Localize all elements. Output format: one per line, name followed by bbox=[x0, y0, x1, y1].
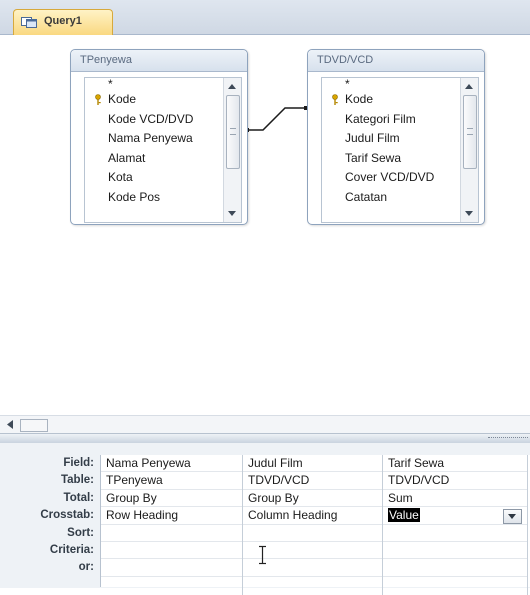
horizontal-scroll-thumb[interactable] bbox=[20, 419, 48, 432]
table-box-tpenyewa[interactable]: TPenyewa * Kode Kode VCD/DVD Nama Penyew… bbox=[70, 49, 248, 225]
tab-query1[interactable]: Query1 bbox=[13, 9, 113, 36]
scroll-left-icon[interactable] bbox=[6, 420, 14, 429]
field-item[interactable]: Tarif Sewa bbox=[322, 149, 478, 169]
total-cell[interactable]: Group By bbox=[101, 490, 242, 508]
tab-label: Query1 bbox=[44, 15, 82, 27]
sort-cell[interactable] bbox=[243, 525, 382, 542]
primary-key-icon bbox=[332, 94, 338, 105]
row-label-crosstab: Crosstab: bbox=[40, 509, 94, 522]
criteria-cell[interactable] bbox=[383, 542, 527, 560]
row-label-criteria: Criteria: bbox=[49, 543, 94, 556]
grid-columns: Nama Penyewa TPenyewa Group By Row Headi… bbox=[100, 455, 530, 595]
field-item[interactable]: Kategori Film bbox=[322, 110, 478, 130]
scroll-down-icon[interactable] bbox=[228, 211, 236, 216]
field-list[interactable]: * Kode Kategori Film Judul Film Tarif Se… bbox=[321, 77, 479, 223]
table-cell[interactable]: TDVD/VCD bbox=[243, 472, 382, 490]
table-cell[interactable]: TPenyewa bbox=[101, 472, 242, 490]
field-item[interactable]: Kota bbox=[85, 168, 241, 188]
document-tab-bar: Query1 bbox=[0, 0, 530, 36]
field-cell[interactable]: Judul Film bbox=[243, 455, 382, 473]
crosstab-cell[interactable]: Row Heading bbox=[101, 507, 242, 525]
field-item[interactable]: Kode VCD/DVD bbox=[85, 110, 241, 130]
row-label-sort: Sort: bbox=[67, 526, 94, 539]
table-pane[interactable]: TPenyewa * Kode Kode VCD/DVD Nama Penyew… bbox=[0, 35, 530, 415]
field-item[interactable]: Kode Pos bbox=[85, 188, 241, 208]
or-cell[interactable] bbox=[101, 559, 242, 577]
row-label-or: or: bbox=[78, 561, 94, 574]
field-item[interactable]: Nama Penyewa bbox=[85, 129, 241, 149]
horizontal-scrollbar[interactable] bbox=[0, 415, 530, 433]
table-title[interactable]: TDVD/VCD bbox=[308, 50, 484, 72]
field-item[interactable]: * bbox=[322, 78, 478, 90]
table-box-tdvdvcd[interactable]: TDVD/VCD * Kode Kategori Film Judul Film… bbox=[307, 49, 485, 225]
grid-column-3[interactable]: Tarif Sewa TDVD/VCD Sum Value bbox=[383, 455, 528, 595]
or-cell[interactable] bbox=[383, 559, 527, 577]
grid-column-2[interactable]: Judul Film TDVD/VCD Group By Column Head… bbox=[243, 455, 383, 595]
field-item[interactable]: * bbox=[85, 78, 241, 90]
field-item[interactable]: Kode bbox=[85, 90, 241, 110]
grid-row-labels: Field: Table: Total: Crosstab: Sort: Cri… bbox=[0, 455, 98, 577]
scroll-down-icon[interactable] bbox=[465, 211, 473, 216]
scroll-thumb[interactable] bbox=[463, 95, 477, 169]
scroll-up-icon[interactable] bbox=[465, 84, 473, 89]
crosstab-cell[interactable]: Column Heading bbox=[243, 507, 382, 525]
text-cursor-icon bbox=[259, 545, 266, 565]
criteria-cell[interactable] bbox=[101, 542, 242, 560]
field-label: Kode bbox=[108, 92, 137, 106]
row-label-table: Table: bbox=[60, 474, 94, 487]
sort-cell[interactable] bbox=[101, 525, 242, 542]
total-cell[interactable]: Sum bbox=[383, 490, 527, 508]
field-label: Kode bbox=[345, 92, 374, 106]
scroll-up-icon[interactable] bbox=[228, 84, 236, 89]
field-item[interactable]: Kode bbox=[322, 90, 478, 110]
query-icon bbox=[21, 17, 37, 28]
field-item[interactable]: Alamat bbox=[85, 149, 241, 169]
field-cell[interactable]: Nama Penyewa bbox=[101, 455, 242, 473]
selected-value-text: Value bbox=[388, 508, 420, 523]
field-list-scrollbar[interactable] bbox=[223, 78, 241, 222]
primary-key-icon bbox=[95, 94, 101, 105]
scroll-thumb[interactable] bbox=[226, 95, 240, 169]
field-item[interactable]: Judul Film bbox=[322, 129, 478, 149]
field-cell[interactable]: Tarif Sewa bbox=[383, 455, 527, 473]
crosstab-cell-selected[interactable]: Value bbox=[383, 507, 527, 525]
field-list[interactable]: * Kode Kode VCD/DVD Nama Penyewa Alamat … bbox=[84, 77, 242, 223]
table-cell[interactable]: TDVD/VCD bbox=[383, 472, 527, 490]
row-label-total: Total: bbox=[63, 491, 94, 504]
grid-column-1[interactable]: Nama Penyewa TPenyewa Group By Row Headi… bbox=[101, 455, 243, 595]
total-cell[interactable]: Group By bbox=[243, 490, 382, 508]
field-item[interactable]: Catatan bbox=[322, 188, 478, 208]
field-list-scrollbar[interactable] bbox=[460, 78, 478, 222]
sort-cell[interactable] bbox=[383, 525, 527, 542]
table-title[interactable]: TPenyewa bbox=[71, 50, 247, 72]
row-label-field: Field: bbox=[63, 457, 94, 469]
chevron-down-icon[interactable] bbox=[503, 509, 522, 525]
design-grid: Field: Table: Total: Crosstab: Sort: Cri… bbox=[0, 443, 530, 595]
field-item[interactable]: Cover VCD/DVD bbox=[322, 168, 478, 188]
